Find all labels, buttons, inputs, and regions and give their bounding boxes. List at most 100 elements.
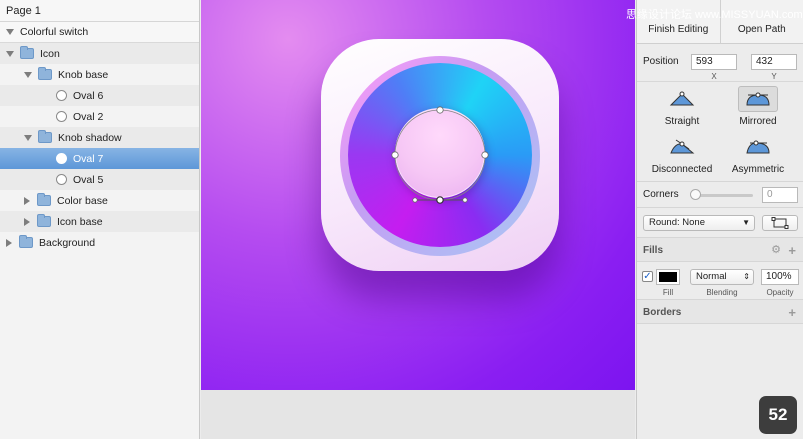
artboard-colorful-switch[interactable]: [201, 0, 635, 390]
fill-color-swatch[interactable]: [656, 269, 680, 285]
page-selector[interactable]: Page 1: [0, 0, 199, 22]
position-row: Position 593 432 X Y: [637, 44, 803, 82]
mode-asymmetric-button[interactable]: Asymmetric: [719, 134, 797, 180]
folder-icon: [37, 193, 51, 206]
mode-mirrored-button[interactable]: Mirrored: [719, 86, 797, 132]
straight-mode-icon: [662, 86, 702, 112]
fill-enabled-checkbox[interactable]: ✓: [642, 271, 653, 282]
layer-row[interactable]: Color base: [0, 190, 199, 211]
disclosure-right-icon[interactable]: [6, 238, 12, 247]
layer-row[interactable]: Oval 5: [0, 169, 199, 190]
fill-caption: Fill: [662, 288, 674, 297]
path-point-right[interactable]: [481, 151, 489, 159]
layer-artboard[interactable]: Colorful switch: [0, 22, 199, 43]
open-path-label: Open Path: [737, 23, 786, 35]
folder-icon: [38, 67, 52, 80]
finish-editing-label: Finish Editing: [648, 23, 709, 35]
disclosure-down-icon[interactable]: [24, 134, 32, 141]
disclosure-down-icon[interactable]: [24, 71, 32, 78]
path-edit-overlay: [391, 106, 489, 204]
mode-asymmetric-label: Asymmetric: [731, 164, 785, 175]
watermark-text: 思缘设计论坛 www.MISSYUAN.com: [626, 9, 803, 21]
position-y-caption: Y: [771, 72, 777, 81]
path-point-top[interactable]: [436, 106, 444, 114]
layer-label: Knob shadow: [58, 131, 122, 144]
canvas[interactable]: [201, 0, 635, 439]
bezier-handle-right[interactable]: [462, 197, 468, 203]
selection-path-outline: [394, 109, 486, 201]
mirrored-mode-icon: [738, 86, 778, 112]
bezier-handle-left[interactable]: [412, 197, 418, 203]
layer-row[interactable]: Background: [0, 232, 199, 253]
disconnected-mode-icon: [662, 134, 702, 160]
mode-straight-button[interactable]: Straight: [643, 86, 721, 132]
asymmetric-mode-icon: [738, 134, 778, 160]
checkmark-icon: ✓: [643, 271, 652, 282]
blending-caption: Blending: [706, 288, 738, 297]
add-fill-icon[interactable]: +: [788, 243, 796, 258]
layer-row[interactable]: Oval 6: [0, 85, 199, 106]
mode-disconnected-button[interactable]: Disconnected: [643, 134, 721, 180]
folder-icon: [38, 130, 52, 143]
position-x-value: 593: [696, 56, 713, 67]
borders-title: Borders: [643, 307, 682, 318]
layer-label: Background: [39, 236, 96, 249]
path-point-bottom-selected[interactable]: [436, 196, 444, 204]
layer-row[interactable]: Icon base: [0, 211, 199, 232]
position-x-input[interactable]: 593: [691, 54, 737, 70]
oval-shape-icon: [56, 111, 67, 122]
fill-color-chip: [659, 272, 677, 282]
oval-shape-icon: [56, 174, 67, 185]
mode-mirrored-label: Mirrored: [739, 116, 777, 127]
folder-icon: [37, 214, 51, 227]
fill-row: ✓ Fill Normal ⇕ Blending 100% Opacity: [637, 262, 803, 300]
position-label: Position: [643, 56, 679, 67]
fills-title: Fills: [643, 245, 664, 256]
oval-shape-icon: [56, 90, 67, 101]
layer-row[interactable]: Knob base: [0, 64, 199, 85]
opacity-value: 100%: [766, 271, 792, 282]
inspector-panel: Finish Editing Open Path Position 593 43…: [636, 0, 803, 439]
corners-slider-track[interactable]: [693, 194, 753, 197]
corners-value: 0: [767, 189, 773, 200]
corners-label: Corners: [643, 189, 679, 200]
badge-number: 52: [768, 405, 788, 424]
flatten-button[interactable]: [762, 215, 798, 231]
position-y-input[interactable]: 432: [751, 54, 797, 70]
folder-icon: [19, 235, 33, 248]
opacity-input[interactable]: 100%: [761, 269, 799, 285]
disclosure-right-icon[interactable]: [24, 196, 30, 205]
disclosure-right-icon[interactable]: [24, 217, 30, 226]
oval-shape-icon: [56, 153, 67, 164]
mode-straight-label: Straight: [664, 116, 700, 127]
disclosure-down-icon[interactable]: [6, 50, 14, 57]
corners-input[interactable]: 0: [762, 187, 798, 203]
disclosure-down-icon[interactable]: [6, 29, 14, 35]
layer-row[interactable]: Icon: [0, 43, 199, 64]
point-mode-group: Straight Mirrored Disconnected Asymmetri…: [637, 82, 803, 182]
layer-row[interactable]: Oval 2: [0, 106, 199, 127]
gear-icon[interactable]: ⚙: [771, 243, 781, 256]
path-point-left[interactable]: [391, 151, 399, 159]
layer-label: Colorful switch: [20, 26, 89, 38]
position-y-value: 432: [756, 56, 773, 67]
layer-row[interactable]: Knob shadow: [0, 127, 199, 148]
page-number-badge: 52: [759, 396, 797, 434]
round-select[interactable]: Round: None ▼: [643, 215, 755, 231]
borders-section-header: Borders +: [637, 300, 803, 324]
corners-slider-knob[interactable]: [690, 189, 701, 200]
position-x-caption: X: [711, 72, 717, 81]
layer-label: Color base: [57, 194, 108, 207]
layer-label: Oval 7: [73, 152, 104, 165]
mode-disconnected-label: Disconnected: [651, 164, 713, 175]
blending-select[interactable]: Normal ⇕: [690, 269, 754, 285]
layer-label: Icon base: [57, 215, 103, 228]
chevron-down-icon: ▼: [742, 218, 750, 227]
folder-icon: [20, 46, 34, 59]
layer-label: Icon: [40, 47, 60, 60]
layer-row[interactable]: Oval 7: [0, 148, 199, 169]
add-border-icon[interactable]: +: [788, 305, 796, 320]
round-row: Round: None ▼: [637, 208, 803, 238]
layer-label: Knob base: [58, 68, 109, 81]
fills-section-header: Fills ⚙ +: [637, 238, 803, 262]
